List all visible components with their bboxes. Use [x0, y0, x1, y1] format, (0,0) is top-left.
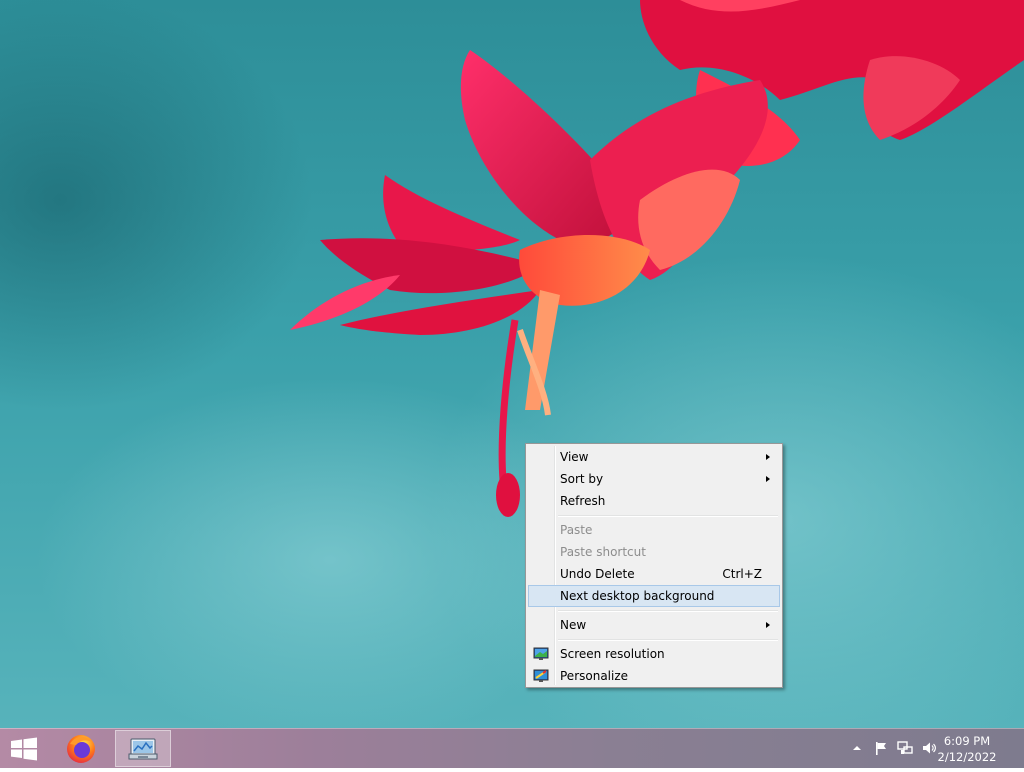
submenu-arrow-icon	[766, 622, 770, 628]
menu-item-refresh[interactable]: Refresh	[528, 490, 780, 512]
personalize-icon	[533, 669, 549, 682]
clock-date: 2/12/2022	[937, 750, 997, 764]
menu-separator	[528, 512, 780, 519]
menu-item-label: View	[560, 450, 589, 464]
menu-item-label: Paste shortcut	[560, 545, 646, 559]
start-button[interactable]	[0, 729, 48, 769]
firefox-icon	[67, 735, 95, 763]
windows-logo-icon	[11, 737, 37, 761]
action-center-flag-icon[interactable]	[873, 740, 889, 756]
menu-item-label: Undo Delete	[560, 567, 635, 581]
menu-item-next-desktop-background[interactable]: Next desktop background	[528, 585, 780, 607]
menu-item-label: Screen resolution	[560, 647, 665, 661]
menu-item-sort-by[interactable]: Sort by	[528, 468, 780, 490]
menu-item-label: Paste	[560, 523, 593, 537]
menu-item-label: Refresh	[560, 494, 606, 508]
submenu-arrow-icon	[766, 454, 770, 460]
menu-item-label: Personalize	[560, 669, 629, 683]
menu-separator	[528, 607, 780, 614]
taskbar: 6:09 PM 2/12/2022	[0, 728, 1024, 768]
menu-item-paste-shortcut: Paste shortcut	[528, 541, 780, 563]
menu-item-new[interactable]: New	[528, 614, 780, 636]
menu-item-label: New	[560, 618, 587, 632]
menu-item-undo-delete[interactable]: Undo Delete Ctrl+Z	[528, 563, 780, 585]
menu-item-label: Sort by	[560, 472, 604, 486]
menu-item-screen-resolution[interactable]: Screen resolution	[528, 643, 780, 665]
menu-item-shortcut: Ctrl+Z	[722, 567, 762, 581]
clock-time: 6:09 PM	[943, 734, 991, 748]
menu-item-label: Next desktop background	[560, 589, 715, 603]
menu-separator	[528, 636, 780, 643]
screen-resolution-icon	[533, 647, 549, 660]
taskbar-firefox-button[interactable]	[54, 730, 110, 767]
menu-item-paste: Paste	[528, 519, 780, 541]
wallpaper-flower	[290, 0, 1024, 517]
taskbar-control-panel-button[interactable]	[115, 730, 171, 767]
network-icon[interactable]	[897, 740, 913, 756]
show-hidden-icons-icon[interactable]	[849, 740, 865, 756]
desktop-context-menu: View Sort by Refresh Paste Paste shortcu…	[525, 443, 783, 688]
menu-item-personalize[interactable]: Personalize	[528, 665, 780, 687]
control-panel-icon	[128, 738, 158, 760]
submenu-arrow-icon	[766, 476, 770, 482]
taskbar-clock[interactable]: 6:09 PM 2/12/2022	[922, 733, 1012, 765]
desktop[interactable]	[0, 0, 1024, 728]
menu-item-view[interactable]: View	[528, 446, 780, 468]
